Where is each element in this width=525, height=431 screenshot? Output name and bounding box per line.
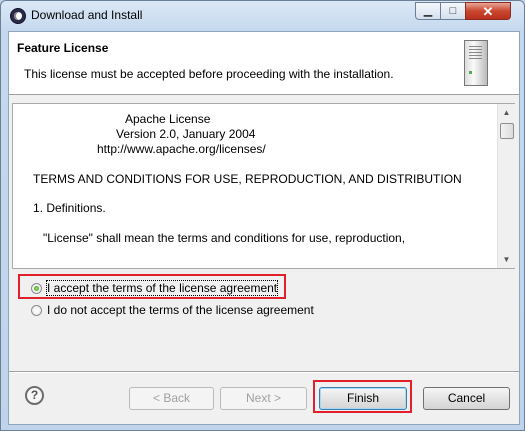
help-icon[interactable]: ? <box>25 386 44 405</box>
accept-radio-label[interactable]: I accept the terms of the license agreem… <box>45 280 279 296</box>
window-title: Download and Install <box>31 8 143 22</box>
scroll-down-arrow-icon[interactable]: ▼ <box>498 251 515 268</box>
close-button[interactable]: ✕ <box>465 2 511 20</box>
server-icon <box>464 40 488 86</box>
page-title: Feature License <box>17 41 109 55</box>
license-text-area[interactable]: Apache License Version 2.0, January 2004… <box>12 103 515 269</box>
scroll-up-arrow-icon[interactable]: ▲ <box>498 104 515 121</box>
page-description: This license must be accepted before pro… <box>24 67 394 81</box>
decline-radio-label[interactable]: I do not accept the terms of the license… <box>47 303 314 317</box>
title-bar[interactable]: Download and Install ▁ □ ✕ <box>1 1 524 31</box>
eclipse-app-icon <box>10 8 26 24</box>
scroll-thumb[interactable] <box>500 123 514 139</box>
license-line: Version 2.0, January 2004 <box>116 127 256 141</box>
license-line: http://www.apache.org/licenses/ <box>97 142 266 156</box>
maximize-button[interactable]: □ <box>440 2 466 20</box>
license-text: Apache License Version 2.0, January 2004… <box>13 104 497 268</box>
decline-radio-option[interactable]: I do not accept the terms of the license… <box>31 302 314 318</box>
decline-radio-button[interactable] <box>31 304 42 316</box>
accept-radio-option[interactable]: I accept the terms of the license agreem… <box>31 280 279 296</box>
accept-radio-button[interactable] <box>31 282 42 294</box>
wizard-header: Feature License This license must be acc… <box>9 32 519 95</box>
button-bar-separator <box>9 371 519 373</box>
license-scrollbar[interactable]: ▲ ▼ <box>497 104 515 268</box>
minimize-button[interactable]: ▁ <box>415 2 441 20</box>
dialog-window: Download and Install ▁ □ ✕ Feature Licen… <box>0 0 525 431</box>
back-button[interactable]: < Back <box>129 387 214 410</box>
license-line: TERMS AND CONDITIONS FOR USE, REPRODUCTI… <box>33 172 462 186</box>
dialog-content: Feature License This license must be acc… <box>8 31 520 425</box>
next-button[interactable]: Next > <box>220 387 307 410</box>
license-line: "License" shall mean the terms and condi… <box>43 231 406 245</box>
cancel-button[interactable]: Cancel <box>423 387 510 410</box>
license-line: 1. Definitions. <box>33 201 106 215</box>
finish-button[interactable]: Finish <box>319 387 407 410</box>
license-line: Apache License <box>125 112 211 126</box>
